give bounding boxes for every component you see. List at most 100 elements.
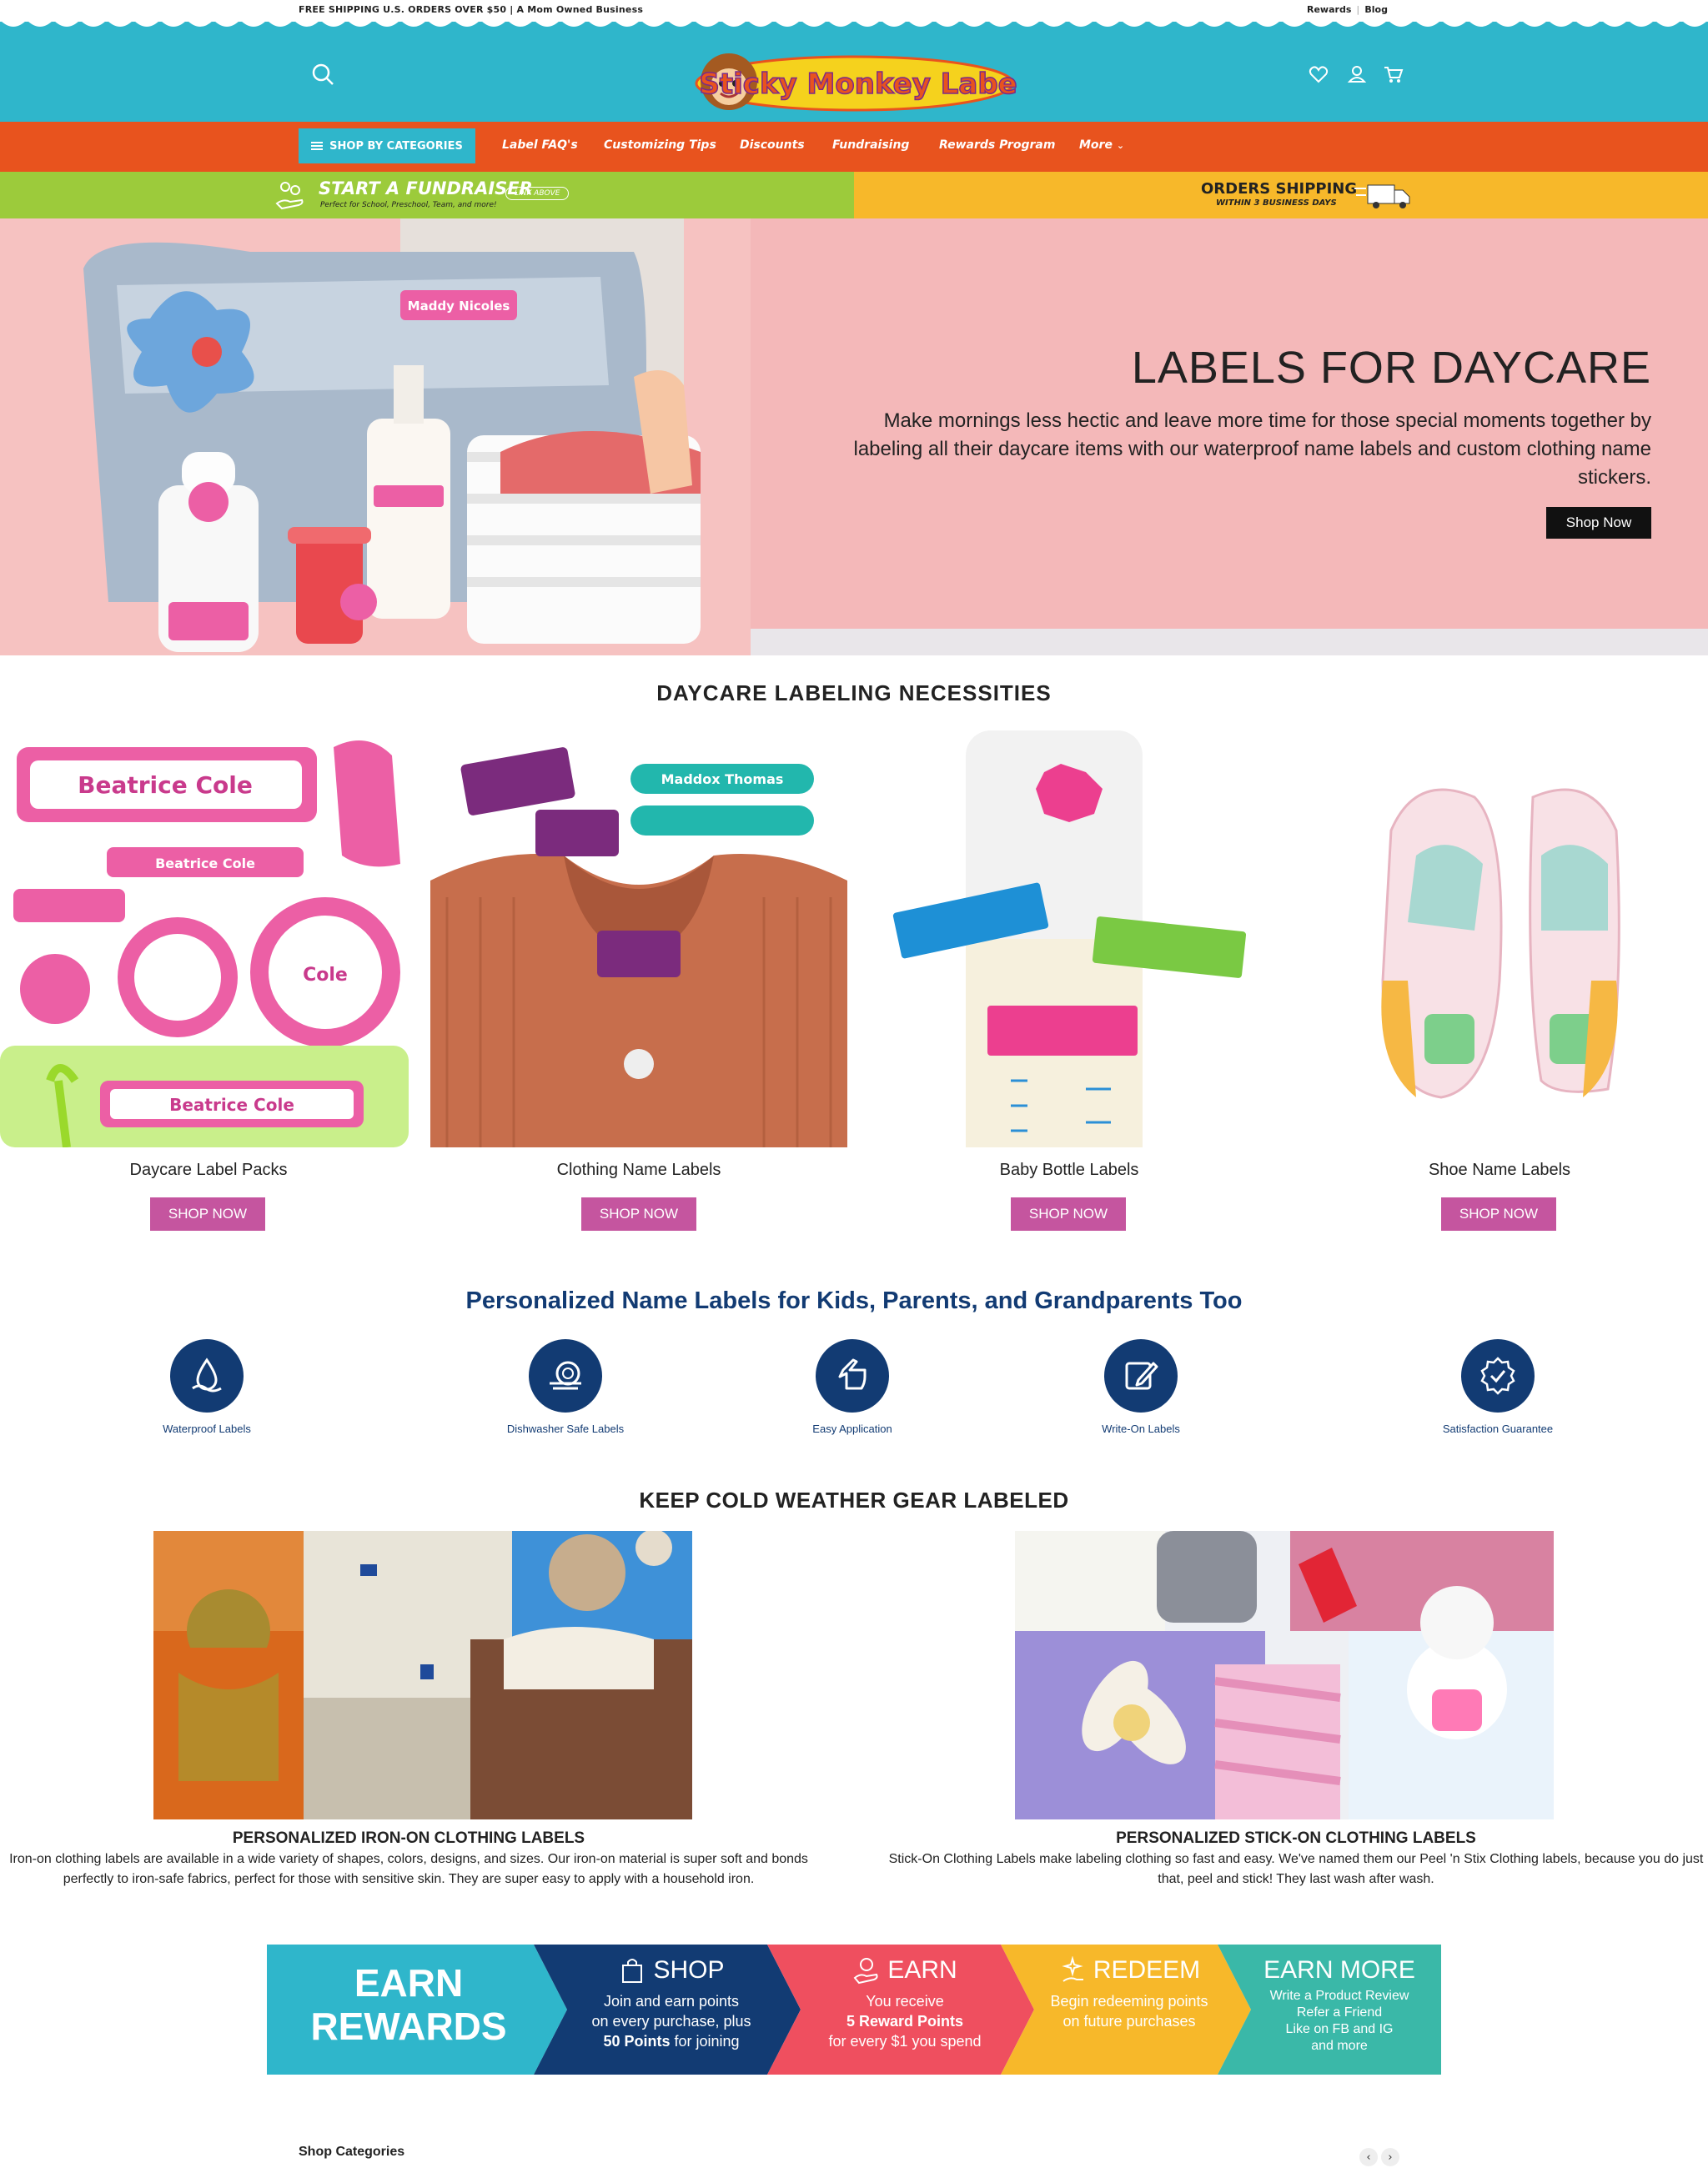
shop-now-button[interactable]: SHOP NOW	[581, 1197, 696, 1231]
hero-image: Maddy Nicoles	[0, 218, 751, 655]
rewards-title-line1: EARN	[354, 1961, 464, 2005]
stick-on-description: Stick-On Clothing Labels make labeling c…	[888, 1852, 1704, 1886]
chevron-left-icon[interactable]: ‹	[1359, 2148, 1378, 2166]
svg-text:Beatrice Cole: Beatrice Cole	[78, 771, 253, 799]
hero-shop-now-button[interactable]: Shop Now	[1546, 507, 1651, 539]
user-icon[interactable]	[1344, 62, 1369, 87]
fundraiser-subtitle: Perfect for School, Preschool, Team, and…	[320, 201, 497, 209]
hero-title: LABELS FOR DAYCARE	[1131, 343, 1651, 393]
shop-step-heading: SHOP	[653, 1956, 725, 1984]
fundraiser-link-badge: LINK ABOVE	[505, 187, 570, 200]
fundraiser-banner[interactable]: START A FUNDRAISER Perfect for School, P…	[0, 172, 854, 218]
cart-icon[interactable]	[1381, 62, 1406, 87]
shop-step-points: 50 Points	[603, 2033, 671, 2050]
dishwasher-icon	[529, 1339, 602, 1413]
earn-more-line: and more	[1311, 2039, 1368, 2053]
promo-strip: START A FUNDRAISER Perfect for School, P…	[0, 172, 1708, 218]
water-drop-icon	[170, 1339, 244, 1413]
shop-step-line: Join and earn points	[603, 1993, 740, 2010]
nav-rewards-program[interactable]: Rewards Program	[939, 138, 1055, 152]
top-links: Rewards | Blog	[1302, 4, 1393, 15]
feature-waterproof: Waterproof Labels	[98, 1339, 315, 1435]
necessities-heading: DAYCARE LABELING NECESSITIES	[656, 680, 1052, 705]
earn-rewards-title: EARN REWARDS	[267, 1961, 550, 2048]
hand-coins-icon	[275, 182, 304, 210]
earn-more-line: Like on FB and IG	[1285, 2022, 1394, 2036]
product-label: Daycare Label Packs	[129, 1161, 288, 1179]
feature-label: Easy Application	[812, 1423, 892, 1435]
truck-icon	[1354, 184, 1410, 208]
product-image-bottle-labels[interactable]	[861, 730, 1278, 1147]
rewards-redeem-step: REDEEM Begin redeeming points on future …	[1031, 1956, 1228, 2031]
earn-more-line: Write a Product Review	[1269, 1989, 1409, 2003]
rewards-earn-more-step: EARN MORE Write a Product Review Refer a…	[1243, 1956, 1436, 2055]
svg-text:Cole: Cole	[303, 965, 348, 986]
nav-discounts[interactable]: Discounts	[740, 138, 805, 152]
nav-label-faqs[interactable]: Label FAQ's	[502, 138, 578, 152]
shipping-subtitle: WITHIN 3 BUSINESS DAYS	[1216, 198, 1337, 208]
categories-label: SHOP BY CATEGORIES	[329, 139, 463, 153]
feature-label: Dishwasher Safe Labels	[506, 1423, 625, 1435]
chevron-right-icon[interactable]: ›	[1381, 2148, 1399, 2166]
svg-text:Beatrice Cole: Beatrice Cole	[169, 1095, 294, 1115]
earn-step-line: You receive	[866, 1993, 944, 2010]
product-image-shoe-labels[interactable]	[1291, 730, 1708, 1147]
product-label: Baby Bottle Labels	[999, 1161, 1139, 1179]
badge-icon	[1461, 1339, 1535, 1413]
stick-on-labels-image[interactable]	[1015, 1531, 1554, 1819]
nav-fundraising[interactable]: Fundraising	[832, 138, 909, 152]
feature-dishwasher: Dishwasher Safe Labels	[457, 1339, 674, 1435]
hero-description: Make mornings less hectic and leave more…	[853, 409, 1652, 489]
earn-step-points: 5 Reward Points	[846, 2013, 964, 2030]
feature-write-on: Write-On Labels	[1032, 1339, 1249, 1435]
feature-easy-application: Easy Application	[744, 1339, 961, 1435]
shop-step-line: for joining	[670, 2033, 740, 2050]
earn-step-line: for every $1 you spend	[828, 2033, 982, 2050]
site-logo[interactable]: Sticky Monkey Labels	[692, 47, 1017, 115]
feature-label: Write-On Labels	[1102, 1423, 1180, 1435]
rewards-title-line2: REWARDS	[310, 2005, 507, 2048]
rewards-link[interactable]: Rewards	[1302, 4, 1356, 15]
product-image-daycare-packs[interactable]: Beatrice Cole Beatrice Cole Cole Beatric…	[0, 730, 417, 1147]
shop-categories-heading: Shop Categories	[299, 2145, 405, 2159]
shop-by-categories-button[interactable]: SHOP BY CATEGORIES	[299, 128, 475, 163]
redeem-step-heading: REDEEM	[1093, 1956, 1201, 1984]
carousel-arrows: ‹ ›	[1359, 2148, 1399, 2166]
shop-now-button[interactable]: SHOP NOW	[1441, 1197, 1556, 1231]
rewards-banner[interactable]: EARN REWARDS SHOP Join and earn points o…	[267, 1945, 1441, 2075]
coin-hand-icon	[853, 1958, 878, 1985]
shop-now-button[interactable]: SHOP NOW	[1011, 1197, 1126, 1231]
earn-step-heading: EARN	[887, 1956, 957, 1984]
svg-text:Maddox Thomas: Maddox Thomas	[661, 771, 784, 787]
redeem-step-line: Begin redeeming points	[1050, 1993, 1208, 2010]
product-label: Shoe Name Labels	[1428, 1161, 1571, 1179]
nav-more[interactable]: More ⌄	[1079, 138, 1124, 152]
search-icon[interactable]	[310, 62, 335, 87]
svg-text:Beatrice Cole: Beatrice Cole	[155, 856, 255, 871]
shipping-announcement: FREE SHIPPING U.S. ORDERS OVER $50 | A M…	[299, 4, 644, 15]
iron-on-labels-image[interactable]	[153, 1531, 692, 1819]
earn-more-line: Refer a Friend	[1296, 2005, 1383, 2020]
main-nav: SHOP BY CATEGORIES Label FAQ's Customizi…	[0, 122, 1708, 172]
features-heading: Personalized Name Labels for Kids, Paren…	[465, 1287, 1243, 1314]
feature-label: Satisfaction Guarantee	[1442, 1423, 1554, 1435]
rewards-earn-step: EARN You receive 5 Reward Points for eve…	[801, 1956, 1009, 2051]
fundraiser-title: START A FUNDRAISER	[319, 178, 533, 198]
shipping-banner: ORDERS SHIPPING WITHIN 3 BUSINESS DAYS	[854, 172, 1708, 218]
feature-label: Waterproof Labels	[163, 1423, 251, 1435]
stick-on-title: PERSONALIZED STICK-ON CLOTHING LABELS	[1116, 1829, 1476, 1847]
shop-now-button[interactable]: SHOP NOW	[150, 1197, 265, 1231]
hand-icon	[816, 1339, 889, 1413]
redeem-step-line: on future purchases	[1062, 2013, 1196, 2030]
product-image-clothing-labels[interactable]: Maddox Thomas	[430, 730, 847, 1147]
hero-banner: Maddy Nicoles LABELS FOR DAYCARE Make mo…	[0, 218, 1708, 655]
shipping-title: ORDERS SHIPPING	[1201, 180, 1358, 198]
blog-link[interactable]: Blog	[1359, 4, 1393, 15]
chevron-down-icon: ⌄	[1116, 140, 1125, 151]
iron-on-title: PERSONALIZED IRON-ON CLOTHING LABELS	[232, 1829, 585, 1847]
shop-step-line: on every purchase, plus	[591, 2013, 751, 2030]
product-label: Clothing Name Labels	[556, 1161, 721, 1179]
earn-more-heading: EARN MORE	[1263, 1956, 1415, 1984]
nav-customizing-tips[interactable]: Customizing Tips	[604, 138, 716, 152]
heart-icon[interactable]	[1306, 62, 1331, 87]
